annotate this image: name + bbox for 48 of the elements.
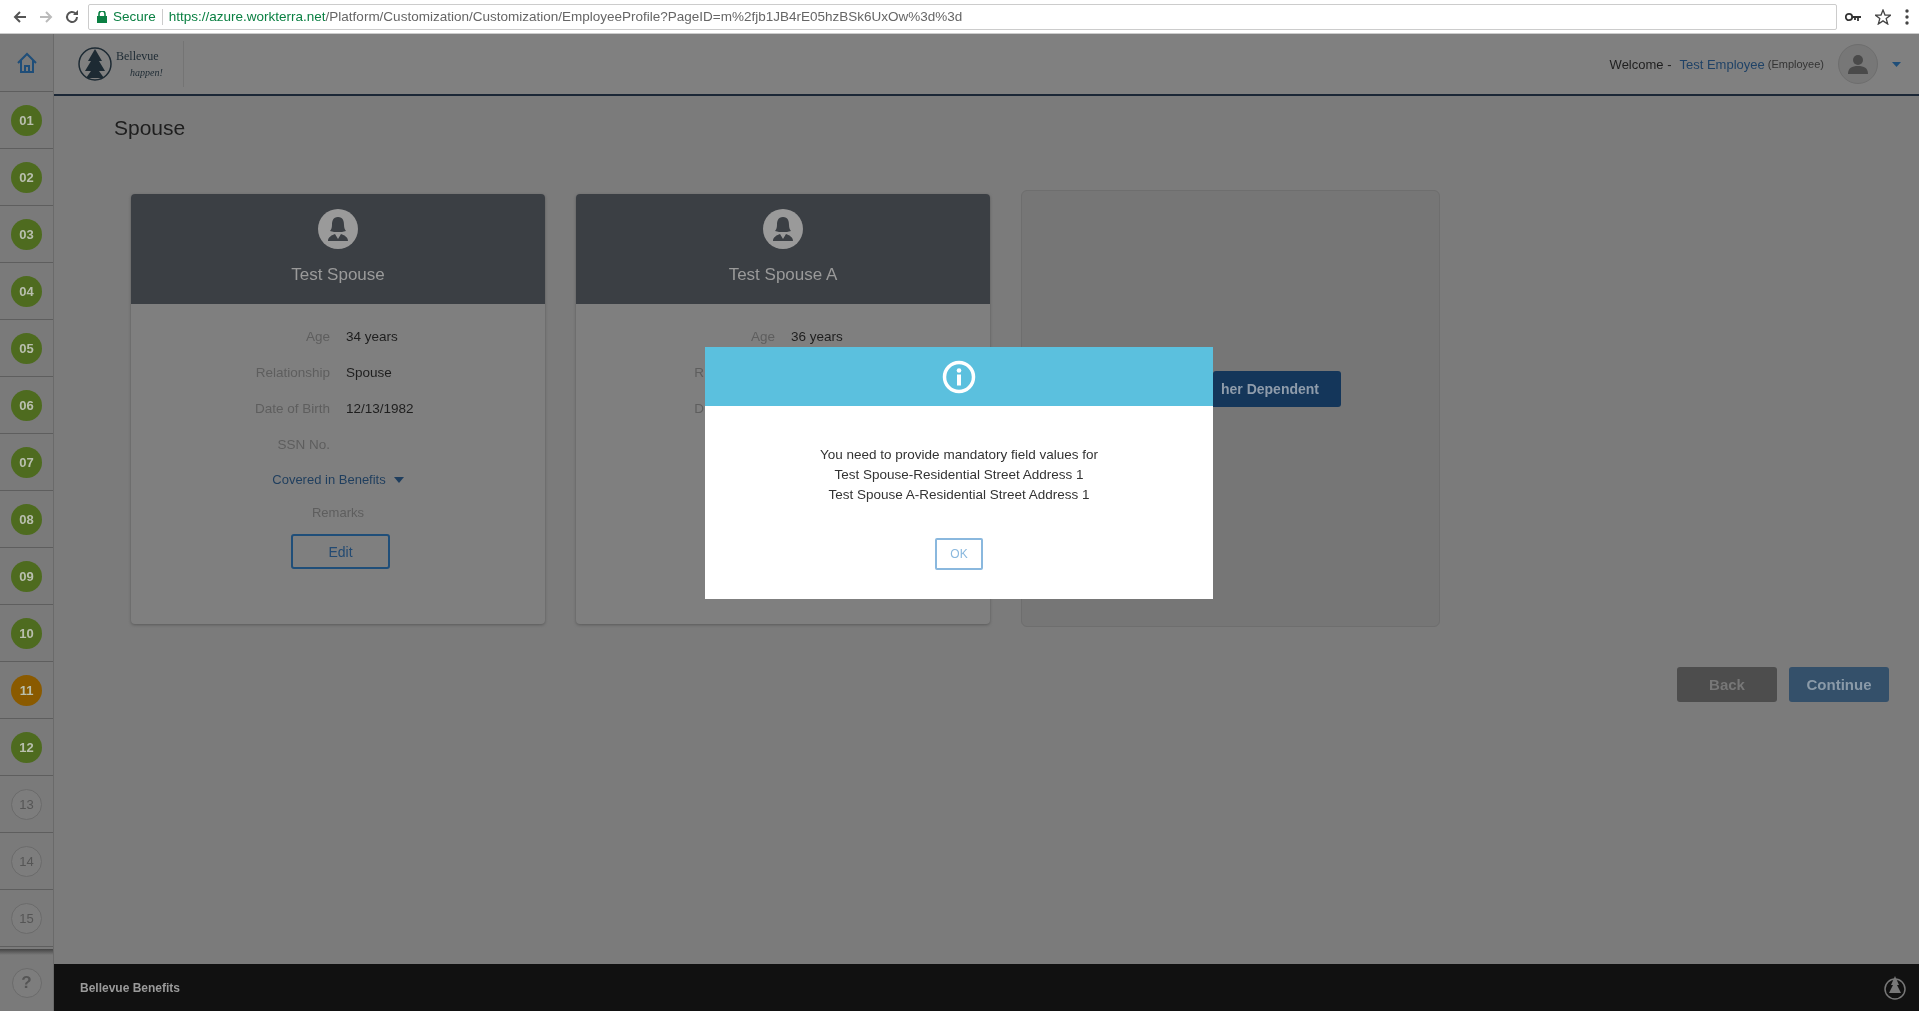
edit-button[interactable]: Edit: [291, 534, 390, 569]
tree-logo-icon: [78, 45, 112, 83]
step-badge[interactable]: 05: [11, 332, 42, 364]
user-role: (Employee): [1767, 58, 1824, 70]
step-badge[interactable]: 07: [11, 446, 42, 478]
step-badge[interactable]: 06: [11, 389, 42, 421]
key-icon[interactable]: [1845, 11, 1861, 22]
dependent-name: Test Spouse A: [728, 265, 838, 285]
woman-avatar-icon: [318, 209, 358, 249]
tree-logo-icon: [1883, 974, 1907, 1001]
field-value: 36 years: [791, 328, 844, 344]
dialog-message: You need to provide mandatory field values for Test Spouse-Residential Street Address 1 Test Spouse A-Residential Street Address 1: [819, 446, 1099, 504]
secure-label: Secure: [113, 9, 156, 24]
field-value: Spouse: [346, 364, 393, 380]
caret-icon: [393, 476, 404, 483]
step-badge[interactable]: 12: [11, 731, 42, 763]
star-icon[interactable]: [1875, 8, 1891, 25]
step-badge[interactable]: 02: [11, 161, 42, 193]
add-dependent-button[interactable]: her Dependent: [1213, 371, 1341, 407]
step-badge[interactable]: 08: [11, 503, 42, 535]
person-icon: [1848, 54, 1868, 74]
dependent-name: Test Spouse: [291, 265, 385, 285]
menu-icon[interactable]: [1905, 8, 1909, 25]
step-badge[interactable]: 04: [11, 275, 42, 307]
step-badge[interactable]: 09: [11, 560, 42, 592]
address-bar[interactable]: Secure https://azure.workterra.net/Platform/Customization/Customization/EmployeeProfile?PageID=m%2fjb1JB4rE05hzBSk6UxOw%3d%3d: [88, 3, 1837, 30]
reload-icon[interactable]: [64, 8, 80, 25]
covered-in-benefits-link[interactable]: Covered in Benefits: [272, 472, 404, 487]
ok-button[interactable]: OK: [935, 538, 983, 570]
welcome-text: Welcome -: [1609, 56, 1672, 72]
page-title: Spouse: [114, 116, 187, 141]
step-badge[interactable]: 01: [11, 104, 42, 136]
step-badge[interactable]: 11: [11, 674, 42, 706]
footer-title: Bellevue Benefits: [80, 980, 182, 995]
lock-icon: [97, 10, 107, 23]
step-badge[interactable]: 03: [11, 218, 42, 250]
nav-button[interactable]: Continue: [1789, 667, 1889, 702]
info-icon: [942, 359, 976, 394]
logo-tagline: happen!: [130, 68, 163, 78]
field-value: 12/13/1982: [346, 400, 415, 416]
logo-name: Bellevue: [116, 50, 160, 62]
step-badge[interactable]: 10: [11, 617, 42, 649]
url-text: https://azure.workterra.net/Platform/Customization/Customization/EmployeeProfile?PageID=m%2fjb1JB4rE05hzBSk6UxOw%3d%3d: [168, 9, 963, 24]
help-button[interactable]: ?: [11, 968, 42, 998]
user-name-link[interactable]: Test Employee: [1679, 56, 1765, 72]
back-icon[interactable]: [12, 8, 28, 25]
field-value: 34 years: [346, 328, 399, 344]
woman-avatar-icon: [763, 209, 803, 249]
